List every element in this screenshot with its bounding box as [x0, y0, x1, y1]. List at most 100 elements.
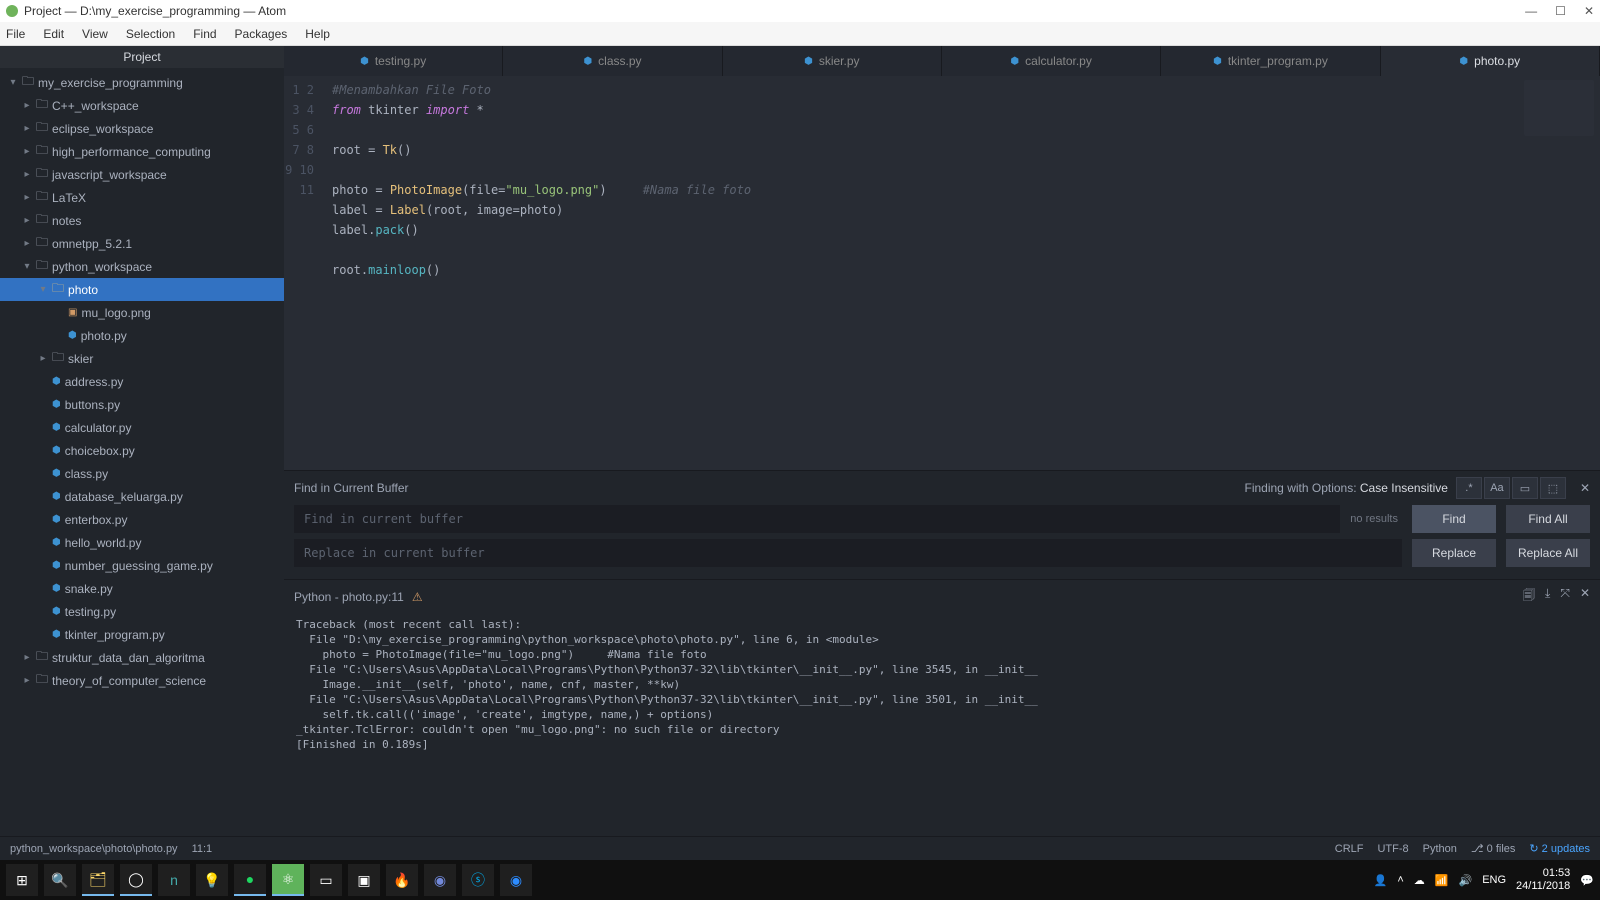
- tab-bar: ⬢testing.py ⬢class.py ⬢skier.py ⬢calcula…: [284, 46, 1600, 76]
- taskbar-terminal-icon[interactable]: ▣: [348, 864, 380, 896]
- warning-icon: ⚠: [412, 590, 423, 604]
- find-opt-regex[interactable]: .*: [1456, 477, 1482, 499]
- tab-tkinter-program[interactable]: ⬢tkinter_program.py: [1161, 46, 1380, 76]
- tree-folder[interactable]: ▸🗀LaTeX: [0, 186, 284, 209]
- editor-main: ⬢testing.py ⬢class.py ⬢skier.py ⬢calcula…: [284, 46, 1600, 836]
- taskbar-search-icon[interactable]: 🔍: [44, 864, 76, 896]
- status-file-path[interactable]: python_workspace\photo\photo.py: [10, 843, 178, 855]
- taskbar-app-icon[interactable]: n: [158, 864, 190, 896]
- windows-taskbar: ⊞ 🔍 🗂 ◯ n 💡 ● ⚛ ▭ ▣ 🔥 ◉ ⓢ ◉ 👤 ˄ ☁ 📶 🔊 EN…: [0, 860, 1600, 900]
- tree-folder[interactable]: ▸🗀high_performance_computing: [0, 140, 284, 163]
- window-minimize-button[interactable]: —: [1525, 4, 1537, 18]
- menu-help[interactable]: Help: [305, 27, 330, 41]
- tab-testing[interactable]: ⬢testing.py: [284, 46, 503, 76]
- project-sidebar: Project ▾🗀my_exercise_programming ▸🗀C++_…: [0, 46, 284, 836]
- status-updates[interactable]: ↻ 2 updates: [1529, 842, 1590, 855]
- tree-folder-skier[interactable]: ▸🗀skier: [0, 347, 284, 370]
- status-encoding[interactable]: UTF-8: [1377, 843, 1408, 855]
- find-opt-selection[interactable]: ▭: [1512, 477, 1538, 499]
- tree-file-python[interactable]: ⬢enterbox.py: [0, 508, 284, 531]
- menu-find[interactable]: Find: [193, 27, 216, 41]
- tray-volume-icon[interactable]: 🔊: [1459, 874, 1473, 887]
- tree-file-python[interactable]: ⬢calculator.py: [0, 416, 284, 439]
- taskbar-app-icon[interactable]: 🔥: [386, 864, 418, 896]
- status-git[interactable]: ⎇ 0 files: [1471, 842, 1515, 855]
- terminal-copy-icon[interactable]: 🗐: [1523, 586, 1535, 607]
- code-content[interactable]: #Menambahkan File Foto from tkinter impo…: [324, 76, 1600, 470]
- find-close-icon[interactable]: ✕: [1580, 481, 1590, 495]
- tree-folder[interactable]: ▸🗀struktur_data_dan_algoritma: [0, 646, 284, 669]
- tree-file-python[interactable]: ⬢buttons.py: [0, 393, 284, 416]
- menu-edit[interactable]: Edit: [43, 27, 64, 41]
- replace-all-button[interactable]: Replace All: [1506, 539, 1590, 567]
- taskbar-discord-icon[interactable]: ◉: [424, 864, 456, 896]
- find-input[interactable]: [294, 505, 1340, 533]
- tab-class[interactable]: ⬢class.py: [503, 46, 722, 76]
- tree-file-python[interactable]: ⬢snake.py: [0, 577, 284, 600]
- terminal-close-icon[interactable]: ✕: [1580, 586, 1590, 607]
- tree-file-python[interactable]: ⬢number_guessing_game.py: [0, 554, 284, 577]
- terminal-download-icon[interactable]: ⤓: [1545, 586, 1550, 607]
- taskbar-app-icon[interactable]: 💡: [196, 864, 228, 896]
- status-language[interactable]: Python: [1423, 843, 1457, 855]
- tray-clock[interactable]: 01:53 24/11/2018: [1516, 867, 1570, 893]
- taskbar-app-icon[interactable]: ▭: [310, 864, 342, 896]
- terminal-title: Python - photo.py:11: [294, 590, 404, 604]
- tree-file-python[interactable]: ⬢hello_world.py: [0, 531, 284, 554]
- code-editor[interactable]: 1 2 3 4 5 6 7 8 9 10 11 #Menambahkan Fil…: [284, 76, 1600, 470]
- menu-file[interactable]: File: [6, 27, 25, 41]
- replace-input[interactable]: [294, 539, 1402, 567]
- menu-view[interactable]: View: [82, 27, 108, 41]
- taskbar-spotify-icon[interactable]: ●: [234, 864, 266, 896]
- terminal-output[interactable]: Traceback (most recent call last): File …: [284, 613, 1600, 756]
- tab-skier[interactable]: ⬢skier.py: [723, 46, 942, 76]
- tab-photo[interactable]: ⬢photo.py: [1381, 46, 1600, 76]
- tree-folder[interactable]: ▸🗀eclipse_workspace: [0, 117, 284, 140]
- tray-wifi-icon[interactable]: 📶: [1435, 874, 1449, 887]
- taskbar-zoom-icon[interactable]: ◉: [500, 864, 532, 896]
- menu-packages[interactable]: Packages: [235, 27, 288, 41]
- sidebar-title: Project: [0, 46, 284, 68]
- taskbar-start-button[interactable]: ⊞: [6, 864, 38, 896]
- tray-people-icon[interactable]: 👤: [1374, 874, 1388, 887]
- taskbar-explorer-icon[interactable]: 🗂: [82, 864, 114, 896]
- replace-button[interactable]: Replace: [1412, 539, 1496, 567]
- tray-language[interactable]: ENG: [1482, 874, 1506, 886]
- window-maximize-button[interactable]: ☐: [1555, 4, 1566, 18]
- tree-folder[interactable]: ▸🗀omnetpp_5.2.1: [0, 232, 284, 255]
- menu-selection[interactable]: Selection: [126, 27, 175, 41]
- tree-file-python[interactable]: ⬢address.py: [0, 370, 284, 393]
- tree-folder[interactable]: ▸🗀C++_workspace: [0, 94, 284, 117]
- terminal-settings-icon[interactable]: ⤧: [1560, 586, 1570, 607]
- find-button[interactable]: Find: [1412, 505, 1496, 533]
- status-bar: python_workspace\photo\photo.py 11:1 CRL…: [0, 836, 1600, 860]
- taskbar-skype-icon[interactable]: ⓢ: [462, 864, 494, 896]
- tree-file-python[interactable]: ⬢testing.py: [0, 600, 284, 623]
- find-all-button[interactable]: Find All: [1506, 505, 1590, 533]
- tree-file-python[interactable]: ⬢database_keluarga.py: [0, 485, 284, 508]
- find-opt-whole-word[interactable]: ⬚: [1540, 477, 1566, 499]
- tree-folder-python-workspace[interactable]: ▾🗀python_workspace: [0, 255, 284, 278]
- tree-file-python[interactable]: ⬢tkinter_program.py: [0, 623, 284, 646]
- window-close-button[interactable]: ✕: [1584, 4, 1594, 18]
- tree-folder[interactable]: ▸🗀javascript_workspace: [0, 163, 284, 186]
- tree-folder[interactable]: ▸🗀notes: [0, 209, 284, 232]
- tray-onedrive-icon[interactable]: ☁: [1414, 874, 1425, 887]
- tree-folder[interactable]: ▸🗀theory_of_computer_science: [0, 669, 284, 692]
- taskbar-chrome-icon[interactable]: ◯: [120, 864, 152, 896]
- find-opt-case[interactable]: Aa: [1484, 477, 1510, 499]
- tree-folder-photo[interactable]: ▾🗀photo: [0, 278, 284, 301]
- tray-chevron-up-icon[interactable]: ˄: [1397, 874, 1403, 886]
- tree-file-python[interactable]: ⬢choicebox.py: [0, 439, 284, 462]
- status-eol[interactable]: CRLF: [1335, 843, 1364, 855]
- tab-calculator[interactable]: ⬢calculator.py: [942, 46, 1161, 76]
- taskbar-atom-icon[interactable]: ⚛: [272, 864, 304, 896]
- tree-file-image[interactable]: ▣mu_logo.png: [0, 301, 284, 324]
- tree-root[interactable]: ▾🗀my_exercise_programming: [0, 71, 284, 94]
- tree-file-python[interactable]: ⬢photo.py: [0, 324, 284, 347]
- tree-file-python[interactable]: ⬢class.py: [0, 462, 284, 485]
- find-panel: Find in Current Buffer Finding with Opti…: [284, 470, 1600, 579]
- minimap[interactable]: [1524, 80, 1594, 136]
- status-cursor-position[interactable]: 11:1: [192, 843, 213, 855]
- tray-notifications-icon[interactable]: 💬: [1580, 874, 1594, 887]
